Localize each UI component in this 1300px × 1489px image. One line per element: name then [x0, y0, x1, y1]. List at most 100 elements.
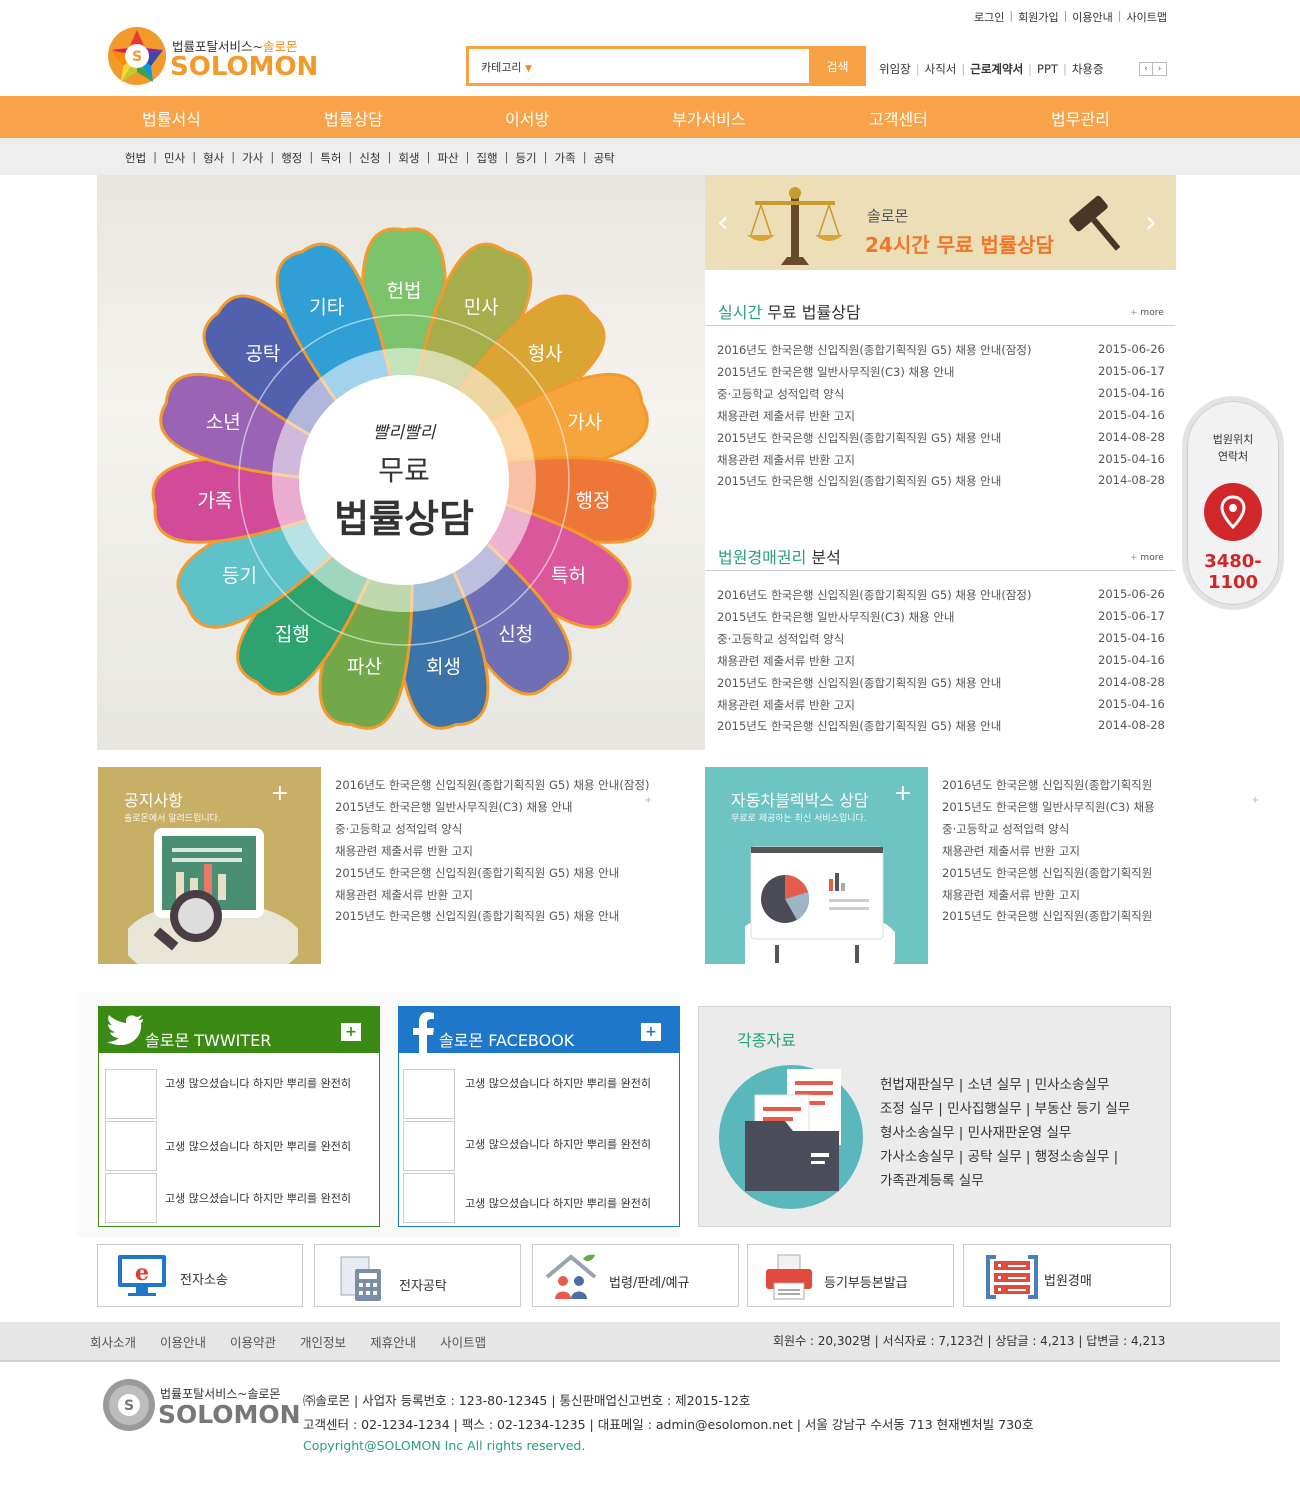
- guide-link[interactable]: 이용안내: [1072, 9, 1112, 25]
- login-link[interactable]: 로그인: [974, 9, 1004, 25]
- notice-item[interactable]: 2016년도 한국은행 신입직원(종합기획직원 G5) 채용 안내(잠정): [335, 777, 649, 793]
- blackbox-item[interactable]: 중·고등학교 성적입력 양식: [942, 821, 1069, 837]
- subnav-item[interactable]: 파산: [437, 150, 458, 166]
- search-category-select[interactable]: 카테고리 ▼: [481, 59, 532, 75]
- footer-link-partnership[interactable]: 제휴안내: [370, 1332, 416, 1351]
- news1-item[interactable]: 중·고등학교 성적입력 양식: [717, 386, 844, 402]
- news2-more-link[interactable]: + more: [1130, 553, 1164, 563]
- subnav-item[interactable]: 집행: [476, 150, 497, 166]
- resources-line[interactable]: 가사소송실무 | 공탁 실무 | 행정소송실무 |: [880, 1145, 1130, 1169]
- news2-item[interactable]: 2016년도 한국은행 신입직원(종합기획직원 G5) 채용 안내(잠정): [717, 587, 1031, 603]
- facebook-post[interactable]: 고생 많으셨습니다 하지만 뿌리를 완전히: [403, 1069, 671, 1119]
- court-location-widget[interactable]: 법원위치 연락처 3480-1100: [1182, 396, 1284, 610]
- facebook-post[interactable]: 고생 많으셨습니다 하지만 뿌리를 완전히: [403, 1173, 671, 1223]
- footer-link-sitemap[interactable]: 사이트맵: [440, 1332, 486, 1351]
- resources-line[interactable]: 형사소송실무 | 민사재판운영 실무: [880, 1121, 1130, 1145]
- subnav-item[interactable]: 가사: [242, 150, 263, 166]
- nav-extra-services[interactable]: 부가서비스: [672, 106, 746, 130]
- news2-item[interactable]: 중·고등학교 성적입력 양식: [717, 631, 844, 647]
- banner-next-arrow[interactable]: ›: [1145, 205, 1157, 240]
- quick-court-auction[interactable]: 법원경매: [963, 1244, 1171, 1307]
- subnav-item[interactable]: 행정: [281, 150, 302, 166]
- search-input[interactable]: [559, 53, 799, 79]
- banner-prev-arrow[interactable]: ‹: [717, 205, 729, 240]
- sitemap-link[interactable]: 사이트맵: [1127, 9, 1167, 25]
- twitter-post[interactable]: 고생 많으셨습니다 하지만 뿌리를 완전히: [105, 1121, 373, 1171]
- nav-legal-management[interactable]: 법무관리: [1051, 106, 1110, 130]
- notice-box[interactable]: 공지사항 솔로몬에서 알려드립니다. +: [98, 767, 321, 964]
- subnav-item[interactable]: 공탁: [594, 150, 615, 166]
- subnav-item[interactable]: 등기: [515, 150, 536, 166]
- quick-link-resignation[interactable]: 사직서: [925, 61, 957, 77]
- nav-customer-center[interactable]: 고객센터: [869, 106, 928, 130]
- subnav-item[interactable]: 회생: [398, 150, 419, 166]
- quick-e-deposit[interactable]: 전자공탁: [314, 1244, 521, 1307]
- twitter-plus-button[interactable]: +: [341, 1023, 361, 1041]
- notice-item[interactable]: 채용관련 제출서류 반환 고지: [335, 843, 473, 859]
- subnav-item[interactable]: 특허: [320, 150, 341, 166]
- flower-petal-label: 특허: [551, 565, 586, 587]
- notice-item[interactable]: 2015년도 한국은행 신입직원(종합기획직원 G5) 채용 안내: [335, 865, 619, 881]
- resources-line[interactable]: 조정 실무 | 민사집행실무 | 부동산 등기 실무: [880, 1097, 1130, 1121]
- notice-plus-button[interactable]: +: [271, 781, 289, 806]
- blackbox-item[interactable]: 2016년도 한국은행 신입직원(종합기획직원: [942, 777, 1152, 793]
- news2-item[interactable]: 2015년도 한국은행 신입직원(종합기획직원 G5) 채용 안내: [717, 675, 1001, 691]
- notice-item[interactable]: 채용관련 제출서류 반환 고지: [335, 887, 473, 903]
- quick-link-poa[interactable]: 위임장: [879, 61, 911, 77]
- news2-item[interactable]: 채용관련 제출서류 반환 고지: [717, 653, 855, 669]
- quick-next-button[interactable]: ›: [1153, 62, 1167, 76]
- side-label-contact: 연락처: [1217, 450, 1249, 463]
- news2-item[interactable]: 채용관련 제출서류 반환 고지: [717, 697, 855, 713]
- blackbox-item[interactable]: 2015년도 한국은행 신입직원(종합기획직원: [942, 908, 1152, 924]
- news2-item[interactable]: 2015년도 한국은행 일반사무직원(C3) 채용 안내: [717, 609, 955, 625]
- blackbox-consult-box[interactable]: 자동차블렉박스 상담 무료로 제공하는 최신 서비스입니다. +: [705, 767, 928, 964]
- twitter-post[interactable]: 고생 많으셨습니다 하지만 뿌리를 완전히: [105, 1069, 373, 1119]
- notice-item[interactable]: 2015년도 한국은행 신입직원(종합기획직원 G5) 채용 안내: [335, 908, 619, 924]
- twitter-post[interactable]: 고생 많으셨습니다 하지만 뿌리를 완전히: [105, 1173, 373, 1223]
- quick-e-litigation[interactable]: e 전자소송: [97, 1244, 303, 1307]
- resources-line[interactable]: 헌법재판실무 | 소년 실무 | 민사소송실무: [880, 1073, 1130, 1097]
- blackbox-item[interactable]: 채용관련 제출서류 반환 고지: [942, 887, 1080, 903]
- facebook-post[interactable]: 고생 많으셨습니다 하지만 뿌리를 완전히: [403, 1121, 671, 1171]
- subnav-item[interactable]: 민사: [164, 150, 185, 166]
- blackbox-item[interactable]: 2015년도 한국은행 신입직원(종합기획직원: [942, 865, 1152, 881]
- blackbox-item[interactable]: 채용관련 제출서류 반환 고지: [942, 843, 1080, 859]
- search-button[interactable]: 검색: [809, 46, 866, 86]
- news1-more-link[interactable]: + more: [1130, 308, 1164, 318]
- map-pin-icon[interactable]: [1204, 483, 1262, 541]
- quick-link-ppt[interactable]: PPT: [1037, 62, 1058, 76]
- footer-link-guide[interactable]: 이용안내: [160, 1332, 206, 1351]
- quick-link-labor-contract[interactable]: 근로계약서: [970, 61, 1023, 77]
- quick-link-iou[interactable]: 차용증: [1072, 61, 1104, 77]
- news1-item[interactable]: 2016년도 한국은행 신입직원(종합기획직원 G5) 채용 안내(잠정): [717, 342, 1031, 358]
- news2-date: 2014-08-28: [1098, 718, 1165, 733]
- news1-item[interactable]: 2015년도 한국은행 신입직원(종합기획직원 G5) 채용 안내: [717, 430, 1001, 446]
- facebook-plus-button[interactable]: +: [641, 1023, 661, 1041]
- subnav-item[interactable]: 형사: [203, 150, 224, 166]
- quick-prev-button[interactable]: ‹: [1139, 62, 1153, 76]
- nav-legal-forms[interactable]: 법률서식: [142, 106, 201, 130]
- news2-date: 2014-08-28: [1098, 674, 1165, 689]
- news1-item[interactable]: 2015년도 한국은행 일반사무직원(C3) 채용 안내: [717, 364, 955, 380]
- subnav-item[interactable]: 신청: [359, 150, 380, 166]
- quick-statutes[interactable]: 법령/판례/예규: [532, 1244, 739, 1307]
- subnav-item[interactable]: 헌법: [125, 150, 146, 166]
- subnav-item[interactable]: 가족: [555, 150, 576, 166]
- news1-item[interactable]: 2015년도 한국은행 신입직원(종합기획직원 G5) 채용 안내: [717, 473, 1001, 489]
- footer-link-terms[interactable]: 이용약관: [230, 1332, 276, 1351]
- blackbox-plus-button[interactable]: +: [894, 781, 912, 806]
- nav-legal-consult[interactable]: 법률상담: [324, 106, 383, 130]
- news2-item[interactable]: 2015년도 한국은행 신입직원(종합기획직원 G5) 채용 안내: [717, 718, 1001, 734]
- blackbox-item[interactable]: 2015년도 한국은행 일반사무직원(C3) 채용: [942, 799, 1155, 815]
- resources-line[interactable]: 가족관계등록 실무: [880, 1169, 1130, 1193]
- signup-link[interactable]: 회원가입: [1018, 9, 1058, 25]
- footer-link-privacy[interactable]: 개인정보: [300, 1332, 346, 1351]
- notice-item[interactable]: 2015년도 한국은행 일반사무직원(C3) 채용 안내: [335, 799, 573, 815]
- consult-banner[interactable]: ‹ › 솔로몬 24시간 무료 법률상담: [705, 175, 1176, 270]
- news1-item[interactable]: 채용관련 제출서류 반환 고지: [717, 408, 855, 424]
- footer-link-company[interactable]: 회사소개: [90, 1332, 136, 1351]
- notice-item[interactable]: 중·고등학교 성적입력 양식: [335, 821, 462, 837]
- nav-iseobang[interactable]: 이서방: [505, 106, 549, 130]
- news1-item[interactable]: 채용관련 제출서류 반환 고지: [717, 452, 855, 468]
- quick-registry-copy[interactable]: 등기부등본발급: [747, 1244, 954, 1307]
